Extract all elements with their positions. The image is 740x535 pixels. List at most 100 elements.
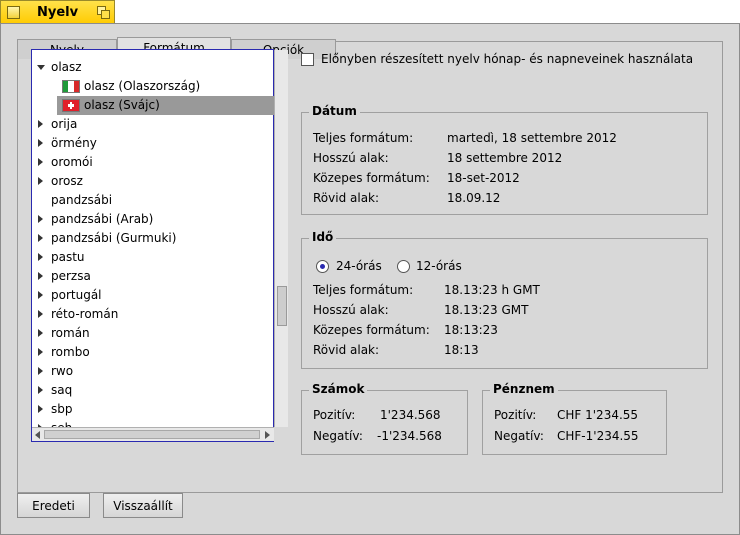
list-item[interactable]: olasz (Olaszország) (32, 77, 274, 96)
flag-switzerland-icon (62, 99, 80, 112)
expand-triangle-icon[interactable] (38, 120, 43, 128)
numbers-group: Számok Pozitív: 1'234.568 Negatív: -1'23… (301, 382, 468, 455)
list-item[interactable]: olasz (32, 58, 274, 77)
currency-negative-label: Negatív: (494, 429, 544, 443)
expand-triangle-icon[interactable] (38, 405, 43, 413)
time-short-value: 18:13 (444, 343, 479, 357)
list-item[interactable]: olasz (Svájc) (57, 96, 274, 115)
list-item[interactable]: pandzsábi (Arab) (32, 210, 274, 229)
expand-triangle-icon[interactable] (38, 253, 43, 261)
preferred-names-option[interactable]: Előnyben részesített nyelv hónap- és nap… (301, 52, 693, 66)
scroll-right-arrow-icon[interactable] (265, 431, 270, 439)
list-item[interactable]: örmény (32, 134, 274, 153)
list-item[interactable]: rwo (32, 362, 274, 381)
expand-triangle-icon[interactable] (38, 139, 43, 147)
scroll-left-arrow-icon[interactable] (35, 431, 40, 439)
currency-positive-label: Pozitív: (494, 408, 537, 422)
vertical-scrollbar[interactable] (274, 50, 288, 427)
language-list[interactable]: olasz olasz (Olaszország) olasz (Svájc) ori… (31, 49, 288, 442)
list-item-label: rombo (51, 345, 90, 359)
list-item[interactable]: pandzsábi (32, 191, 274, 210)
list-item[interactable]: sbp (32, 400, 274, 419)
defaults-button[interactable]: Eredeti (17, 493, 90, 518)
list-item[interactable]: réto-román (32, 305, 274, 324)
expand-triangle-icon[interactable] (38, 348, 43, 356)
currency-group: Pénznem Pozitív: CHF 1'234.55 Negatív: C… (482, 382, 667, 455)
list-item[interactable]: perzsa (32, 267, 274, 286)
date-long-value: 18 settembre 2012 (447, 151, 563, 165)
time-long-value: 18.13:23 GMT (444, 303, 529, 317)
list-item[interactable]: pastu (32, 248, 274, 267)
expand-triangle-icon[interactable] (38, 386, 43, 394)
date-full-label: Teljes formátum: (313, 131, 414, 145)
list-item-label: pandzsábi (51, 193, 113, 207)
list-item-label: perzsa (51, 269, 91, 283)
list-item-label: portugál (51, 288, 102, 302)
numbers-positive-label: Pozitív: (313, 408, 356, 422)
list-item-label: olasz (Olaszország) (84, 79, 201, 93)
list-item-label: saq (51, 383, 73, 397)
time-medium-label: Közepes formátum: (313, 323, 430, 337)
revert-button[interactable]: Visszaállít (103, 493, 183, 518)
date-full-value: martedì, 18 settembre 2012 (447, 131, 617, 145)
horizontal-scrollbar[interactable] (32, 427, 274, 441)
flag-italy-icon (62, 80, 80, 93)
language-list-items: olasz olasz (Olaszország) olasz (Svájc) ori… (32, 50, 274, 427)
currency-positive-value: CHF 1'234.55 (557, 408, 639, 422)
preferred-names-checkbox[interactable] (301, 52, 314, 66)
horizontal-scrollbar-thumb[interactable] (44, 430, 260, 439)
list-item-label: oromói (51, 155, 93, 169)
list-item[interactable]: pandzsábi (Gurmuki) (32, 229, 274, 248)
list-item[interactable]: román (32, 324, 274, 343)
time-long-label: Hosszú alak: (313, 303, 389, 317)
collapse-triangle-icon[interactable] (37, 65, 45, 70)
expand-triangle-icon[interactable] (38, 234, 43, 242)
list-item-label: sbp (51, 402, 73, 416)
currency-group-title: Pénznem (490, 382, 558, 396)
list-item-label: olasz (51, 60, 82, 74)
expand-triangle-icon[interactable] (38, 177, 43, 185)
zoom-box-icon[interactable] (97, 6, 110, 19)
list-item-label: olasz (Svájc) (84, 98, 160, 112)
currency-negative-value: CHF-1'234.55 (557, 429, 639, 443)
list-item[interactable]: oromói (32, 153, 274, 172)
list-item[interactable]: orija (32, 115, 274, 134)
radio-24-hour[interactable] (316, 260, 329, 273)
radio-12-hour[interactable] (397, 260, 410, 273)
time-group-title: Idő (309, 230, 337, 244)
expand-triangle-icon[interactable] (38, 310, 43, 318)
list-item[interactable]: orosz (32, 172, 274, 191)
preferred-names-label: Előnyben részesített nyelv hónap- és nap… (321, 52, 694, 66)
date-short-value: 18.09.12 (447, 191, 501, 205)
close-box-icon[interactable] (7, 6, 20, 19)
list-item-label: örmény (51, 136, 97, 150)
expand-triangle-icon[interactable] (38, 215, 43, 223)
list-item[interactable]: saq (32, 381, 274, 400)
vertical-scrollbar-thumb[interactable] (277, 286, 287, 326)
list-item-label: rwo (51, 364, 74, 378)
time-medium-value: 18:13:23 (444, 323, 498, 337)
list-item-label: orosz (51, 174, 83, 188)
radio-24-hour-label[interactable]: 24-órás (336, 259, 382, 273)
expand-triangle-icon[interactable] (38, 158, 43, 166)
list-item[interactable]: rombo (32, 343, 274, 362)
time-full-label: Teljes formátum: (313, 283, 414, 297)
radio-12-hour-label[interactable]: 12-órás (416, 259, 462, 273)
date-medium-label: Közepes formátum: (313, 171, 430, 185)
time-group: Idő 24-órás 12-órás Teljes formátum: 18.… (301, 230, 708, 369)
expand-triangle-icon[interactable] (38, 291, 43, 299)
numbers-positive-value: 1'234.568 (380, 408, 441, 422)
list-item[interactable]: portugál (32, 286, 274, 305)
expand-triangle-icon[interactable] (38, 329, 43, 337)
date-group: Dátum Teljes formátum: martedì, 18 sette… (301, 104, 708, 215)
time-short-label: Rövid alak: (313, 343, 380, 357)
list-item-label: pandzsábi (Arab) (51, 212, 154, 226)
date-medium-value: 18-set-2012 (447, 171, 520, 185)
window-title: Nyelv (37, 5, 79, 20)
expand-triangle-icon[interactable] (38, 367, 43, 375)
numbers-negative-label: Negatív: (313, 429, 363, 443)
window-title-tab[interactable]: Nyelv (0, 0, 115, 24)
expand-triangle-icon[interactable] (38, 272, 43, 280)
list-item-label: pandzsábi (Gurmuki) (51, 231, 177, 245)
list-item[interactable]: seh (32, 419, 274, 427)
